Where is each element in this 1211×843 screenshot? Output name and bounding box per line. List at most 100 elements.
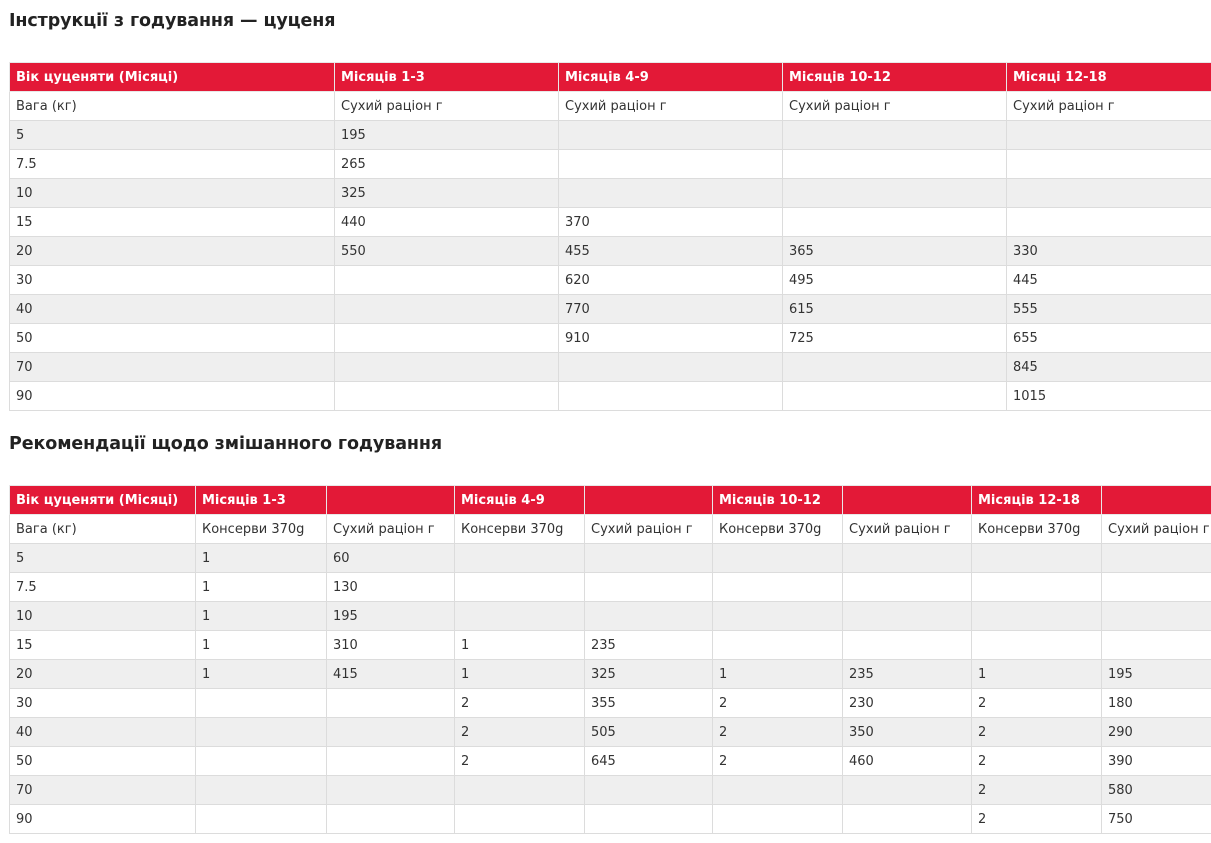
subheader-cell: Сухий раціон г <box>842 514 972 544</box>
value-cell: 290 <box>1101 717 1211 747</box>
subheader-cell: Консерви 370g <box>195 514 327 544</box>
value-cell: 910 <box>558 323 783 353</box>
weight-cell: 20 <box>9 236 335 266</box>
header-cell: Місяці 12-18 <box>1006 62 1211 92</box>
value-cell <box>326 746 455 776</box>
value-cell <box>334 323 559 353</box>
subheader-cell: Сухий раціон г <box>584 514 713 544</box>
table-row: 40 770 615 555 <box>9 294 1211 324</box>
subheader-cell: Сухий раціон г <box>558 91 783 121</box>
value-cell <box>842 630 972 660</box>
weight-cell: 40 <box>9 717 196 747</box>
table-row: 20 550 455 365 330 <box>9 236 1211 266</box>
subheader-cell: Консерви 370g <box>454 514 585 544</box>
value-cell <box>782 381 1007 411</box>
value-cell: 645 <box>584 746 713 776</box>
value-cell: 2 <box>454 688 585 718</box>
value-cell <box>454 775 585 805</box>
value-cell: 130 <box>326 572 455 602</box>
mixed-feeding-title: Рекомендації щодо змішанного годування <box>9 434 443 454</box>
value-cell <box>782 149 1007 179</box>
value-cell <box>326 804 455 834</box>
table-row: 40 2 505 2 350 2 290 <box>9 717 1211 747</box>
value-cell: 620 <box>558 265 783 295</box>
weight-cell: 5 <box>9 543 196 573</box>
header-cell: Вік цуценяти (Місяці) <box>9 62 335 92</box>
value-cell: 440 <box>334 207 559 237</box>
value-cell <box>1101 543 1211 573</box>
value-cell <box>782 207 1007 237</box>
subheader-cell: Сухий раціон г <box>1006 91 1211 121</box>
feeding-puppy-table: Вік цуценяти (Місяці) Місяців 1-3 Місяців … <box>9 62 1211 411</box>
value-cell: 550 <box>334 236 559 266</box>
value-cell <box>195 775 327 805</box>
value-cell <box>195 717 327 747</box>
value-cell: 235 <box>842 659 972 689</box>
value-cell: 455 <box>558 236 783 266</box>
header-cell <box>584 485 713 515</box>
header-cell: Місяців 4-9 <box>454 485 585 515</box>
value-cell: 235 <box>584 630 713 660</box>
value-cell <box>1006 120 1211 150</box>
header-cell: Місяців 1-3 <box>195 485 327 515</box>
value-cell: 355 <box>584 688 713 718</box>
value-cell: 770 <box>558 294 783 324</box>
value-cell: 330 <box>1006 236 1211 266</box>
value-cell <box>1101 572 1211 602</box>
weight-cell: 40 <box>9 294 335 324</box>
value-cell <box>971 543 1102 573</box>
value-cell: 265 <box>334 149 559 179</box>
table-row: 90 1015 <box>9 381 1211 411</box>
value-cell <box>1101 601 1211 631</box>
value-cell <box>454 572 585 602</box>
value-cell <box>326 717 455 747</box>
value-cell <box>558 178 783 208</box>
table-row: 5 195 <box>9 120 1211 150</box>
subheader-cell: Сухий раціон г <box>782 91 1007 121</box>
header-row: Вік цуценяти (Місяці) Місяців 1-3 Місяців … <box>9 485 1211 515</box>
value-cell <box>334 294 559 324</box>
value-cell: 615 <box>782 294 1007 324</box>
weight-cell: 10 <box>9 178 335 208</box>
weight-cell: 70 <box>9 352 335 382</box>
header-cell: Місяців 4-9 <box>558 62 783 92</box>
value-cell: 1 <box>195 630 327 660</box>
header-cell: Місяців 12-18 <box>971 485 1102 515</box>
header-cell <box>842 485 972 515</box>
feeding-puppy-title: Інструкції з годування — цуценя <box>9 11 336 31</box>
subheader-row: Вага (кг) Сухий раціон г Сухий раціон г Сух… <box>9 91 1211 121</box>
weight-cell: 20 <box>9 659 196 689</box>
value-cell: 325 <box>334 178 559 208</box>
weight-cell: 5 <box>9 120 335 150</box>
value-cell <box>842 804 972 834</box>
header-row: Вік цуценяти (Місяці) Місяців 1-3 Місяців … <box>9 62 1211 92</box>
weight-cell: 90 <box>9 804 196 834</box>
subheader-cell: Консерви 370g <box>712 514 843 544</box>
value-cell: 505 <box>584 717 713 747</box>
value-cell: 1 <box>195 659 327 689</box>
value-cell: 1 <box>454 630 585 660</box>
value-cell <box>454 543 585 573</box>
value-cell: 655 <box>1006 323 1211 353</box>
value-cell: 580 <box>1101 775 1211 805</box>
value-cell: 2 <box>712 688 843 718</box>
value-cell: 445 <box>1006 265 1211 295</box>
table-row: 7.5 265 <box>9 149 1211 179</box>
value-cell <box>1006 149 1211 179</box>
header-cell <box>326 485 455 515</box>
value-cell <box>558 381 783 411</box>
value-cell <box>842 543 972 573</box>
weight-cell: 7.5 <box>9 149 335 179</box>
value-cell: 2 <box>971 717 1102 747</box>
value-cell <box>842 775 972 805</box>
value-cell: 230 <box>842 688 972 718</box>
table-row: 50 2 645 2 460 2 390 <box>9 746 1211 776</box>
table-row: 10 325 <box>9 178 1211 208</box>
value-cell: 195 <box>326 601 455 631</box>
value-cell <box>584 775 713 805</box>
value-cell <box>782 120 1007 150</box>
value-cell: 1 <box>195 572 327 602</box>
value-cell: 2 <box>971 775 1102 805</box>
value-cell <box>195 688 327 718</box>
weight-cell: 30 <box>9 688 196 718</box>
